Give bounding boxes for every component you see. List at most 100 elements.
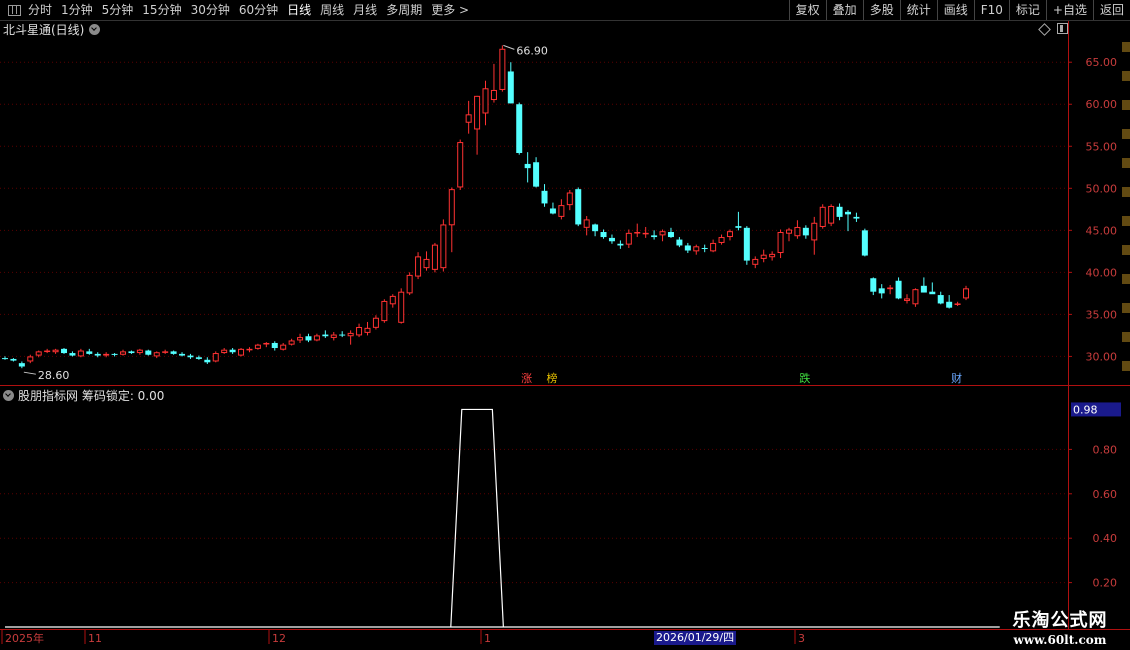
candle-body [35,351,42,356]
candle-body [794,226,801,237]
candle-body [431,244,438,270]
time-tick-label: 11 [88,632,102,645]
candle-body [870,278,877,292]
indicator-title: 股朋指标网 筹码锁定: 0.00 [18,389,165,403]
side-text-fragment [1122,187,1130,197]
side-text-fragment [1122,42,1130,52]
indicator-tick-label: 0.20 [1093,577,1118,590]
cursor-date: 2026/01/29/四 [654,631,737,645]
low-pointer [23,371,36,375]
candle-body [634,232,641,234]
side-text-fragment [1122,245,1130,255]
candle-body [398,291,405,323]
watermark-logo: 乐淘公式网 www.60lt.com [990,606,1130,647]
watermark-url: www.60lt.com [1013,633,1107,647]
time-tick-label: 3 [798,632,805,645]
indicator-tick-label: 0.80 [1093,443,1118,456]
candle-body [760,254,767,259]
price-tick-label: 50.00 [1086,182,1118,195]
candle-body [465,114,472,123]
indicator-tick-label: 0.40 [1093,532,1118,545]
indicator-tick-label: 0.60 [1093,488,1118,501]
side-text-fragment [1122,100,1130,110]
chevron-down-icon[interactable] [3,390,14,401]
candle-body [120,351,127,355]
candle-body [229,349,236,353]
candle-body [802,227,809,236]
candle-body [533,162,540,187]
price-tick-label: 45.00 [1086,224,1118,237]
candle-body [752,258,759,265]
candle-body [482,88,489,114]
candle-body [946,301,953,308]
candle-body [659,231,666,236]
candle-body [389,295,396,305]
indicator-peak-line [450,408,504,628]
candle-body [667,232,674,238]
candle-body [785,229,792,234]
event-marker: 财 [951,371,962,385]
candle-body [339,334,346,336]
candle-body [423,258,430,269]
candle-body [726,231,733,238]
candle-body [929,291,936,295]
stock-title-bar[interactable]: 北斗星通(日线) [3,21,101,38]
candle-body [330,334,337,338]
chevron-down-icon[interactable] [89,24,101,35]
candle-body [136,349,143,354]
candle-body [592,224,599,232]
chart-corner-icons [1038,23,1068,36]
candle-body [170,351,177,354]
candle-body [128,351,135,354]
candle-body [651,235,658,238]
panel-toggle-icon[interactable] [1057,23,1068,34]
candle-body [2,358,8,360]
candle-body [52,349,59,353]
candle-body [608,237,615,242]
side-text-fragment [1122,216,1130,226]
candle-body [145,350,152,355]
price-tick-label: 40.00 [1086,266,1118,279]
candle-body [743,227,750,261]
indicator-title-bar[interactable]: 股朋指标网 筹码锁定: 0.00 [3,387,164,404]
candle-body [718,237,725,243]
candle-body [524,163,531,169]
candle-body [507,71,514,104]
candle-body [693,246,700,252]
candle-body [94,353,101,356]
candle-body [288,340,295,345]
event-marker: 榜 [546,371,557,385]
candle-body [27,356,34,362]
candle-body [954,303,961,305]
candle-body [457,142,464,188]
indicator-current-value: 0.98 [1073,403,1098,416]
price-tick-label: 60.00 [1086,98,1118,111]
candle-body [18,363,25,367]
candle-body [828,205,835,224]
candle-body [297,337,304,341]
candle-body [474,95,481,130]
side-text-fragment [1122,361,1130,371]
candle-body [406,274,413,294]
side-text-fragment [1122,274,1130,284]
time-tick-label: 2025年 [5,631,44,645]
candles-group [2,45,970,369]
candle-body [313,335,320,341]
candle-body [937,295,944,304]
candle-body [878,288,885,294]
candle-body [617,243,624,246]
side-text-fragment [1122,303,1130,313]
stock-title: 北斗星通(日线) [3,23,85,37]
candle-body [541,190,548,204]
candle-body [263,342,270,345]
candle-body [212,353,219,362]
candle-body [600,232,607,238]
kline-chart[interactable]: 65.00 60.00 55.00 50.00 45.00 40.00 35.00 30.00… [0,0,1130,650]
candle-body [77,350,84,357]
candle-body [372,317,379,328]
candle-body [162,351,169,353]
candle-body [221,349,228,354]
candle-body [575,189,582,225]
diamond-icon[interactable] [1038,23,1051,36]
candle-body [103,353,110,356]
